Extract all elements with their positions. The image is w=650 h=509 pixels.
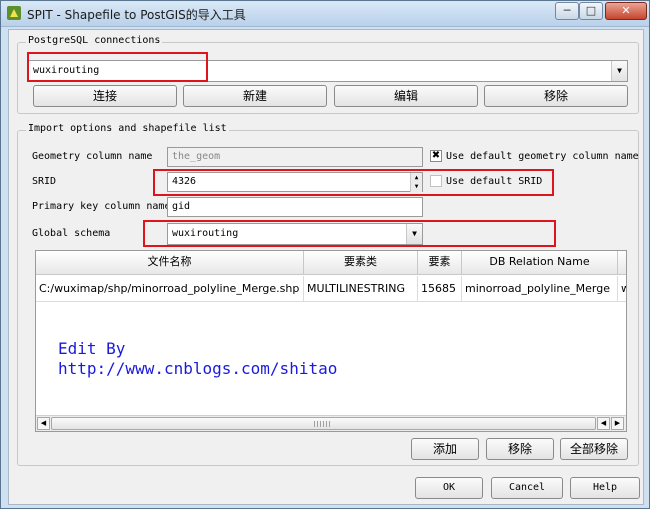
geometry-column-field: the_geom: [167, 147, 423, 167]
ok-button[interactable]: OK: [415, 477, 483, 499]
watermark-line-1: Edit By: [58, 339, 126, 358]
geometry-column-label: Geometry column name: [32, 151, 153, 162]
primary-key-field[interactable]: gid: [167, 197, 423, 217]
use-default-geometry-checkbox[interactable]: ✖: [430, 150, 442, 162]
watermark-text: Edit By http://www.cnblogs.com/shitao: [58, 339, 337, 379]
new-connection-button[interactable]: 新建: [183, 85, 327, 107]
qgis-icon: [7, 6, 21, 20]
shapefile-table[interactable]: 文件名称 要素类 要素 DB Relation Name C:/wuximap/…: [35, 250, 627, 432]
column-header-features[interactable]: 要素: [418, 251, 462, 275]
watermark-line-2: http://www.cnblogs.com/shitao: [58, 359, 338, 378]
edit-connection-button[interactable]: 编辑: [334, 85, 478, 107]
scrollbar-thumb[interactable]: [51, 417, 596, 430]
scroll-left-icon[interactable]: ◀: [37, 417, 50, 430]
import-options-group-title: Import options and shapefile list: [26, 123, 229, 134]
grip-icon: [314, 421, 332, 427]
help-button[interactable]: Help: [570, 477, 640, 499]
minimize-button[interactable]: ─: [555, 2, 579, 20]
spit-dialog-window: SPIT - Shapefile to PostGIS的导入工具 ─ □ ✕ P…: [0, 0, 650, 509]
column-header-extra[interactable]: [618, 251, 626, 275]
cell-features[interactable]: 15685: [418, 276, 462, 302]
column-header-filename[interactable]: 文件名称: [36, 251, 304, 275]
remove-connection-button[interactable]: 移除: [484, 85, 628, 107]
connections-group-title: PostgreSQL connections: [26, 35, 163, 46]
table-header: 文件名称 要素类 要素 DB Relation Name: [36, 251, 626, 275]
remove-file-button[interactable]: 移除: [486, 438, 554, 460]
connection-highlight-box: [27, 52, 208, 82]
cell-db-relation[interactable]: minorroad_polyline_Merge: [462, 276, 618, 302]
schema-highlight-box: [143, 220, 556, 247]
horizontal-scrollbar[interactable]: ◀ ◀ ▶: [36, 415, 626, 431]
column-header-db-relation[interactable]: DB Relation Name: [462, 251, 618, 275]
dialog-client-area: PostgreSQL connections wuxirouting ▼ 连接 …: [8, 29, 644, 505]
srid-highlight-box: [153, 169, 554, 196]
cell-extra[interactable]: w: [618, 276, 626, 302]
scroll-right-icon[interactable]: ▶: [611, 417, 624, 430]
add-file-button[interactable]: 添加: [411, 438, 479, 460]
use-default-geometry-label: Use default geometry column name: [446, 151, 639, 162]
window-title: SPIT - Shapefile to PostGIS的导入工具: [27, 8, 246, 22]
chevron-down-icon[interactable]: ▼: [611, 61, 627, 81]
srid-label: SRID: [32, 176, 57, 187]
scroll-left-icon[interactable]: ◀: [597, 417, 610, 430]
primary-key-label: Primary key column name: [32, 201, 171, 212]
column-header-feature-class[interactable]: 要素类: [304, 251, 418, 275]
title-bar[interactable]: SPIT - Shapefile to PostGIS的导入工具 ─ □ ✕: [1, 1, 649, 27]
cell-feature-class[interactable]: MULTILINESTRING: [304, 276, 418, 302]
cancel-button[interactable]: Cancel: [491, 477, 563, 499]
connect-button[interactable]: 连接: [33, 85, 177, 107]
maximize-button[interactable]: □: [579, 2, 603, 20]
remove-all-files-button[interactable]: 全部移除: [560, 438, 628, 460]
global-schema-label: Global schema: [32, 228, 111, 239]
close-button[interactable]: ✕: [605, 2, 647, 20]
cell-filename[interactable]: C:/wuximap/shp/minorroad_polyline_Merge.…: [36, 276, 304, 302]
